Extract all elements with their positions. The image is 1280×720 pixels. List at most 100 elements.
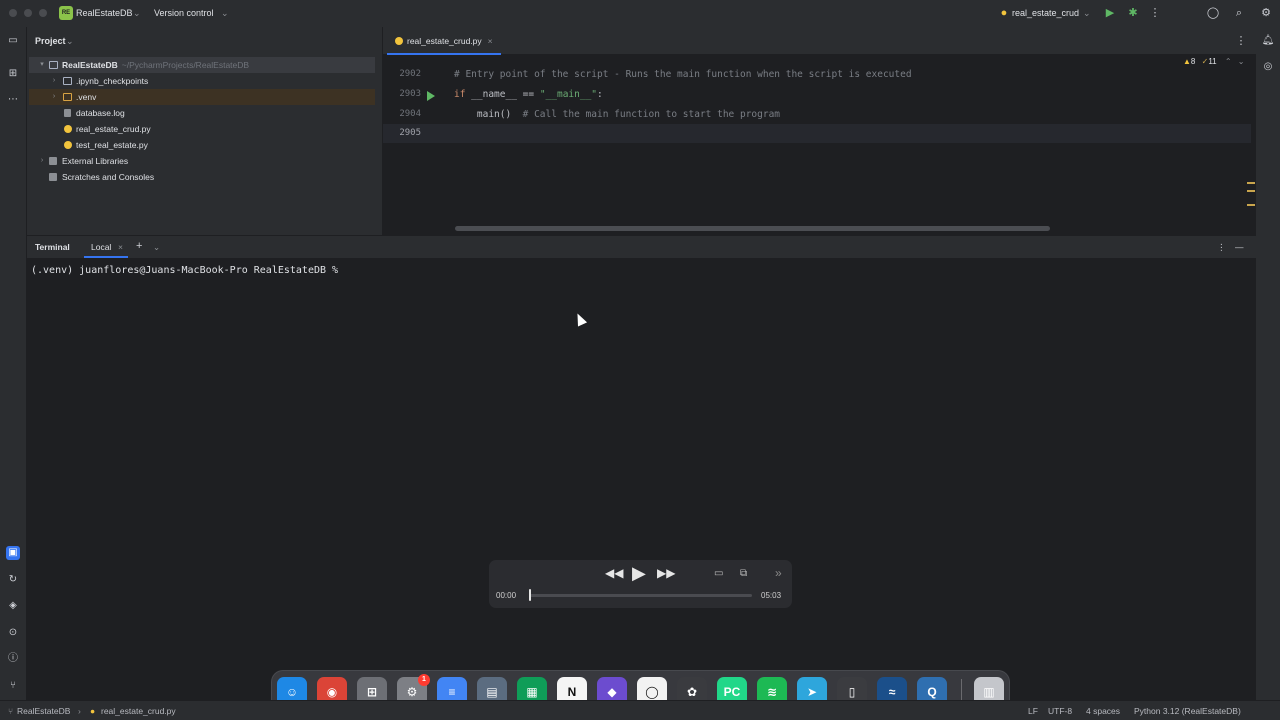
error-stripe-mark[interactable] xyxy=(1247,204,1255,206)
error-stripe-mark[interactable] xyxy=(1247,182,1255,184)
code-text: __name__ == xyxy=(465,89,540,100)
chevron-down-icon: ⌄ xyxy=(1083,8,1091,18)
docs-icon: ≡ xyxy=(448,685,456,699)
more-icon[interactable]: ⋮ xyxy=(1234,34,1248,48)
close-icon[interactable]: × xyxy=(118,242,123,252)
picture-in-picture-icon[interactable]: ⧉ xyxy=(740,568,747,579)
python-interpreter[interactable]: Python 3.12 (RealEstateDB) xyxy=(1134,706,1241,716)
chevron-down-icon[interactable]: ⌄ xyxy=(153,242,160,253)
dolphin-icon: ≈ xyxy=(888,685,896,699)
window-minimize-button[interactable] xyxy=(24,9,32,17)
tree-item-venv[interactable]: › .venv xyxy=(29,89,375,105)
services-icon[interactable]: ⊙ xyxy=(6,626,20,640)
tree-root[interactable]: ▾ RealEstateDB ~/PycharmProjects/RealEsta… xyxy=(29,57,375,73)
tree-item-external-libraries[interactable]: › External Libraries xyxy=(29,153,375,169)
more-tools-icon[interactable]: ⋯ xyxy=(6,93,20,107)
chevron-down-icon[interactable]: ▾ xyxy=(38,57,46,73)
root-path: ~/PycharmProjects/RealEstateDB xyxy=(121,60,250,70)
tree-item-test-real-estate[interactable]: test_real_estate.py xyxy=(29,137,375,153)
tree-item-label: .ipynb_checkpoints xyxy=(76,76,149,86)
quicktime-icon: Q xyxy=(927,685,937,699)
window-zoom-button[interactable] xyxy=(39,9,47,17)
launchpad-icon: ⊞ xyxy=(366,685,378,699)
chevron-down-icon: ⌄ xyxy=(221,8,229,18)
terminal-icon[interactable]: ▣ xyxy=(6,546,20,560)
inspection-widget[interactable]: ▲8 ✓11 ⌃ ⌄ xyxy=(1183,57,1245,66)
problems-icon[interactable]: ⓘ xyxy=(6,652,20,666)
code-line[interactable]: if __name__ == "__main__": xyxy=(454,89,603,100)
rewind-icon[interactable]: ◀◀ xyxy=(605,566,623,580)
terminal-prompt: (.venv) juanflores@Juans-MacBook-Pro Rea… xyxy=(31,265,339,276)
line-number: 2904 xyxy=(399,109,421,119)
tree-item-scratches[interactable]: Scratches and Consoles xyxy=(29,169,375,185)
project-badge[interactable]: RE xyxy=(59,6,73,20)
breadcrumb-project[interactable]: RealEstateDB xyxy=(17,706,70,716)
vcs-icon: ⑂ xyxy=(8,706,14,716)
total-time: 05:03 xyxy=(761,591,782,600)
indent-setting[interactable]: 4 spaces xyxy=(1086,706,1120,716)
project-panel: Project ⌄ ▾ RealEstateDB ~/PycharmProject… xyxy=(27,27,383,235)
breadcrumb-file[interactable]: real_estate_crud.py xyxy=(101,706,176,716)
chevron-up-icon[interactable]: ⌃ xyxy=(1225,57,1232,66)
chevron-down-icon[interactable]: ⌄ xyxy=(1238,57,1245,66)
python-file-icon xyxy=(64,125,72,133)
play-icon[interactable]: ▶ xyxy=(632,563,646,584)
more-icon[interactable]: ⋮ xyxy=(1148,6,1162,20)
ai-assistant-icon[interactable]: ◎ xyxy=(1261,60,1275,74)
account-icon[interactable]: ◯ xyxy=(1206,6,1220,20)
warning-count: 8 xyxy=(1190,57,1196,66)
folder-icon[interactable]: ▭ xyxy=(6,34,20,48)
scrubber-handle[interactable] xyxy=(529,589,531,601)
folder-icon xyxy=(63,93,72,101)
horizontal-scrollbar[interactable] xyxy=(455,226,1050,231)
chevron-right-icon[interactable]: › xyxy=(50,73,58,89)
code-line[interactable]: # Entry point of the script - Runs the m… xyxy=(454,69,912,80)
share-icon[interactable]: » xyxy=(775,566,782,580)
tree-item-ipynb-checkpoints[interactable]: › .ipynb_checkpoints xyxy=(29,73,375,89)
terminal-output[interactable]: (.venv) juanflores@Juans-MacBook-Pro Rea… xyxy=(27,258,1256,700)
code-line[interactable]: main() # Call the main function to start… xyxy=(454,109,780,120)
trash-icon: ▥ xyxy=(983,685,995,699)
error-stripe-mark[interactable] xyxy=(1247,190,1255,192)
chevron-right-icon[interactable]: › xyxy=(50,89,58,105)
video-player-controls: ◀◀ ▶ ▶▶ ▭ ⧉ » 00:00 05:03 xyxy=(489,560,792,608)
fast-forward-icon[interactable]: ▶▶ xyxy=(657,566,675,580)
tree-item-real-estate-crud[interactable]: real_estate_crud.py xyxy=(29,121,375,137)
log-file-icon xyxy=(64,109,71,117)
tree-item-label: .venv xyxy=(76,92,97,102)
chevron-right-icon[interactable]: › xyxy=(38,153,46,169)
debug-icon[interactable]: ✱ xyxy=(1126,6,1140,20)
vcs-menu[interactable]: Version control xyxy=(154,8,214,18)
gear-icon[interactable]: ⚙ xyxy=(1259,6,1273,20)
add-terminal-icon[interactable]: + xyxy=(136,240,142,252)
layers-icon[interactable]: ◈ xyxy=(6,599,20,613)
python-console-icon[interactable]: ↻ xyxy=(6,573,20,587)
line-separator[interactable]: LF xyxy=(1028,706,1038,716)
structure-icon[interactable]: ⊞ xyxy=(6,67,20,81)
run-icon[interactable]: ▶ xyxy=(1103,6,1117,20)
close-icon[interactable]: × xyxy=(488,36,493,46)
git-icon[interactable]: ⑂ xyxy=(6,679,20,693)
terminal-tab-local[interactable]: Local × xyxy=(84,236,128,258)
editor-tab[interactable]: real_estate_crud.py × xyxy=(387,27,501,55)
code-comment: # Call the main function to start the pr… xyxy=(511,109,781,120)
notifications-icon[interactable]: 🔔︎ xyxy=(1261,34,1275,48)
line-number: 2903 xyxy=(399,89,421,99)
line-number: 2902 xyxy=(399,69,421,79)
airplay-icon[interactable]: ▭ xyxy=(714,568,723,579)
tree-item-label: real_estate_crud.py xyxy=(76,124,151,134)
window-close-button[interactable] xyxy=(9,9,17,17)
tree-item-database-log[interactable]: database.log xyxy=(29,105,375,121)
terminal-tab-label: Local xyxy=(91,242,112,252)
more-icon[interactable]: ⋮ xyxy=(1217,242,1226,253)
minimize-icon[interactable]: — xyxy=(1235,242,1244,252)
sheets-icon: ▦ xyxy=(526,685,538,699)
warning-icon: ▲ xyxy=(1183,57,1191,66)
code-editor[interactable]: real_estate_crud.py × ⋮ ▲8 ✓11 ⌃ ⌄ 2902 #… xyxy=(383,27,1256,235)
scrubber-track[interactable] xyxy=(530,594,752,597)
project-switcher[interactable]: RealEstateDB xyxy=(76,8,133,18)
run-config-selector[interactable]: real_estate_crud xyxy=(1012,8,1079,18)
search-icon[interactable]: ⌕ xyxy=(1232,6,1246,20)
run-gutter-icon[interactable] xyxy=(427,91,435,101)
file-encoding[interactable]: UTF-8 xyxy=(1048,706,1072,716)
